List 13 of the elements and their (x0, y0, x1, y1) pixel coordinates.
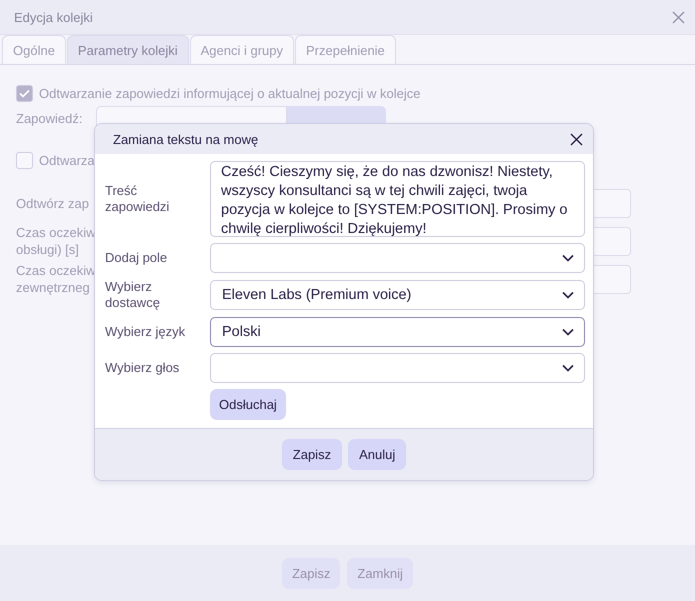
field-label: Czas oczekiw zewnętrzneg (16, 262, 96, 296)
dialog-title: Zamiana tekstu na mowę (113, 132, 258, 146)
field-label: Czas oczekiw obsługi) [s] (16, 224, 96, 258)
announcement-label: Zapowiedź: (16, 110, 82, 127)
field-label: Treść zapowiedzi (105, 183, 170, 215)
field-label: Wybierz dostawcę (105, 279, 161, 311)
checkbox-label: Odtwarzanie zapowiedzi informującej o aktualnej pozycji w kolejce (39, 85, 421, 102)
checkbox-label: Odtwarza (39, 152, 95, 169)
field-label: Wybierz język (105, 324, 186, 340)
field-label: Dodaj pole (105, 250, 168, 266)
window-title: Edycja kolejki (14, 10, 93, 24)
field-label: Wybierz głos (105, 360, 180, 376)
field-label: Odtwórz zap (16, 194, 89, 212)
